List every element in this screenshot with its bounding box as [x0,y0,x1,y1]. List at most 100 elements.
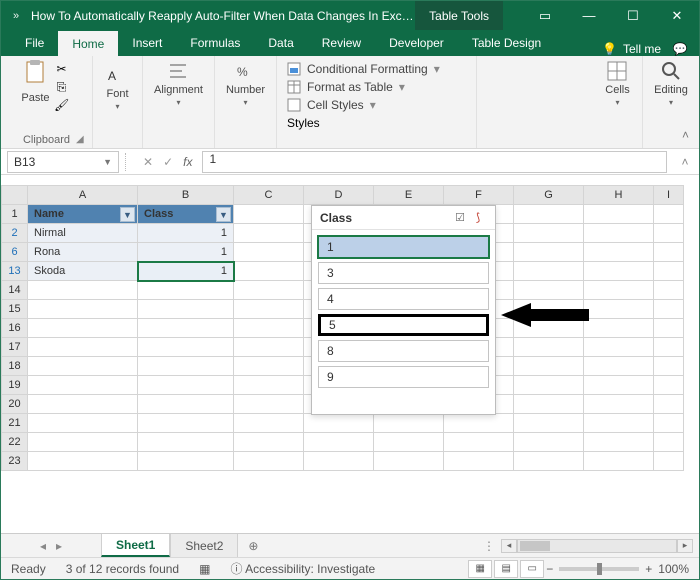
normal-view-button[interactable]: ▦ [468,560,492,578]
cut-icon[interactable]: ✂ [52,60,72,78]
table-header-class[interactable]: Class▼ [138,205,234,224]
row-header[interactable]: 15 [2,300,28,319]
tab-formulas[interactable]: Formulas [176,30,254,56]
row-header[interactable]: 23 [2,452,28,471]
formula-input[interactable]: 1 [202,151,667,173]
cell-class[interactable]: 1 [138,224,234,243]
filter-dropdown-icon[interactable]: ▼ [216,207,231,222]
column-header[interactable]: A [28,186,138,205]
formula-bar: B13 ▼ ✕ ✓ fx 1 ˄ [1,149,699,175]
row-header[interactable]: 13 [2,262,28,281]
row-header[interactable]: 18 [2,357,28,376]
comments-icon[interactable]: 💬 [661,42,699,56]
clear-filter-icon[interactable]: ⟆ [469,211,487,224]
qat-overflow-icon[interactable]: » [1,10,31,22]
slicer-option[interactable]: 3 [318,262,489,284]
chevron-down-icon[interactable]: ▼ [103,157,112,167]
row-header[interactable]: 22 [2,433,28,452]
font-button[interactable]: A Font ▾ [106,60,128,111]
cell-class[interactable]: 1 [138,262,234,281]
slicer-option[interactable]: 1 [318,236,489,258]
column-header[interactable]: I [654,186,684,205]
cancel-icon[interactable]: ✕ [143,155,153,169]
page-break-view-button[interactable]: ▭ [520,560,544,578]
number-button[interactable]: % Number ▾ [226,60,265,107]
sheet-nav[interactable]: ◂▸ [1,539,101,553]
svg-text:%: % [237,65,248,79]
zoom-control[interactable]: − + 100% [546,562,699,576]
zoom-slider[interactable] [559,567,639,571]
slicer-option[interactable]: 5 [318,314,489,336]
page-layout-view-button[interactable]: ▤ [494,560,518,578]
name-box[interactable]: B13 ▼ [7,151,119,173]
tab-developer[interactable]: Developer [375,30,458,56]
macro-record-icon[interactable]: ▦ [189,562,220,576]
worksheet-grid[interactable]: ABCDEFGHI 1Name▼Class▼2Nirmal16Rona113Sk… [1,175,699,533]
paste-button[interactable]: Paste [21,60,49,104]
row-header[interactable]: 19 [2,376,28,395]
slicer-option[interactable]: 8 [318,340,489,362]
column-header[interactable]: B [138,186,234,205]
row-header[interactable]: 14 [2,281,28,300]
filter-dropdown-icon[interactable]: ▼ [120,207,135,222]
slicer-class[interactable]: Class ☑ ⟆ 1 3 4 5 8 9 [311,205,496,415]
expand-formula-bar-icon[interactable]: ˄ [677,155,693,169]
tab-home[interactable]: Home [58,30,118,56]
format-painter-icon[interactable]: 🖌 [52,96,72,114]
clipboard-launcher-icon[interactable]: ◢ [76,134,88,146]
column-header[interactable]: C [234,186,304,205]
tab-table-design[interactable]: Table Design [458,30,555,56]
row-header[interactable]: 6 [2,243,28,262]
tell-me-label[interactable]: Tell me [623,42,661,56]
conditional-formatting-button[interactable]: Conditional Formatting▾ [287,62,466,76]
zoom-level[interactable]: 100% [658,562,689,576]
sheet-tab-sheet1[interactable]: Sheet1 [101,534,170,557]
slicer-option[interactable]: 4 [318,288,489,310]
horizontal-scrollbar[interactable]: ⋮ ◂ ▸ [268,539,699,553]
cell-name[interactable]: Rona [28,243,138,262]
tab-file[interactable]: File [11,30,58,56]
sheet-tab-bar: ◂▸ Sheet1 Sheet2 ⊕ ⋮ ◂ ▸ [1,533,699,557]
row-header[interactable]: 21 [2,414,28,433]
collapse-ribbon-icon[interactable]: ˄ [682,128,689,142]
column-header[interactable]: D [304,186,374,205]
slicer-title: Class [320,211,451,225]
contextual-tab-table-tools[interactable]: Table Tools [415,1,503,30]
fx-icon[interactable]: fx [183,155,192,169]
cell-styles-button[interactable]: Cell Styles▾ [287,98,466,112]
alignment-button[interactable]: Alignment ▾ [154,60,203,107]
copy-icon[interactable]: ⎘ [52,78,72,96]
row-header[interactable]: 2 [2,224,28,243]
row-header[interactable]: 17 [2,338,28,357]
table-header-name[interactable]: Name▼ [28,205,138,224]
tab-review[interactable]: Review [308,30,375,56]
format-as-table-button[interactable]: Format as Table▾ [287,80,466,94]
cells-button[interactable]: Cells ▾ [605,60,629,107]
select-all-cell[interactable] [2,186,28,205]
sheet-tab-sheet2[interactable]: Sheet2 [170,534,238,557]
column-header[interactable]: F [444,186,514,205]
minimize-button[interactable]: — [567,1,611,30]
zoom-out-button[interactable]: − [546,562,553,576]
slicer-option[interactable]: 9 [318,366,489,388]
row-header[interactable]: 16 [2,319,28,338]
column-header[interactable]: G [514,186,584,205]
cell-name[interactable]: Nirmal [28,224,138,243]
cell-name[interactable]: Skoda [28,262,138,281]
close-button[interactable]: ✕ [655,1,699,30]
new-sheet-button[interactable]: ⊕ [238,539,268,553]
enter-icon[interactable]: ✓ [163,155,173,169]
tab-insert[interactable]: Insert [118,30,176,56]
ribbon-display-options-icon[interactable]: ▭ [523,1,567,30]
accessibility-status[interactable]: ⓘ Accessibility: Investigate [220,560,385,577]
row-header[interactable]: 1 [2,205,28,224]
column-header[interactable]: H [584,186,654,205]
column-header[interactable]: E [374,186,444,205]
maximize-button[interactable]: ☐ [611,1,655,30]
zoom-in-button[interactable]: + [645,562,652,576]
row-header[interactable]: 20 [2,395,28,414]
cell-class[interactable]: 1 [138,243,234,262]
multi-select-icon[interactable]: ☑ [451,211,469,224]
tab-data[interactable]: Data [254,30,307,56]
editing-button[interactable]: Editing ▾ [654,60,688,107]
